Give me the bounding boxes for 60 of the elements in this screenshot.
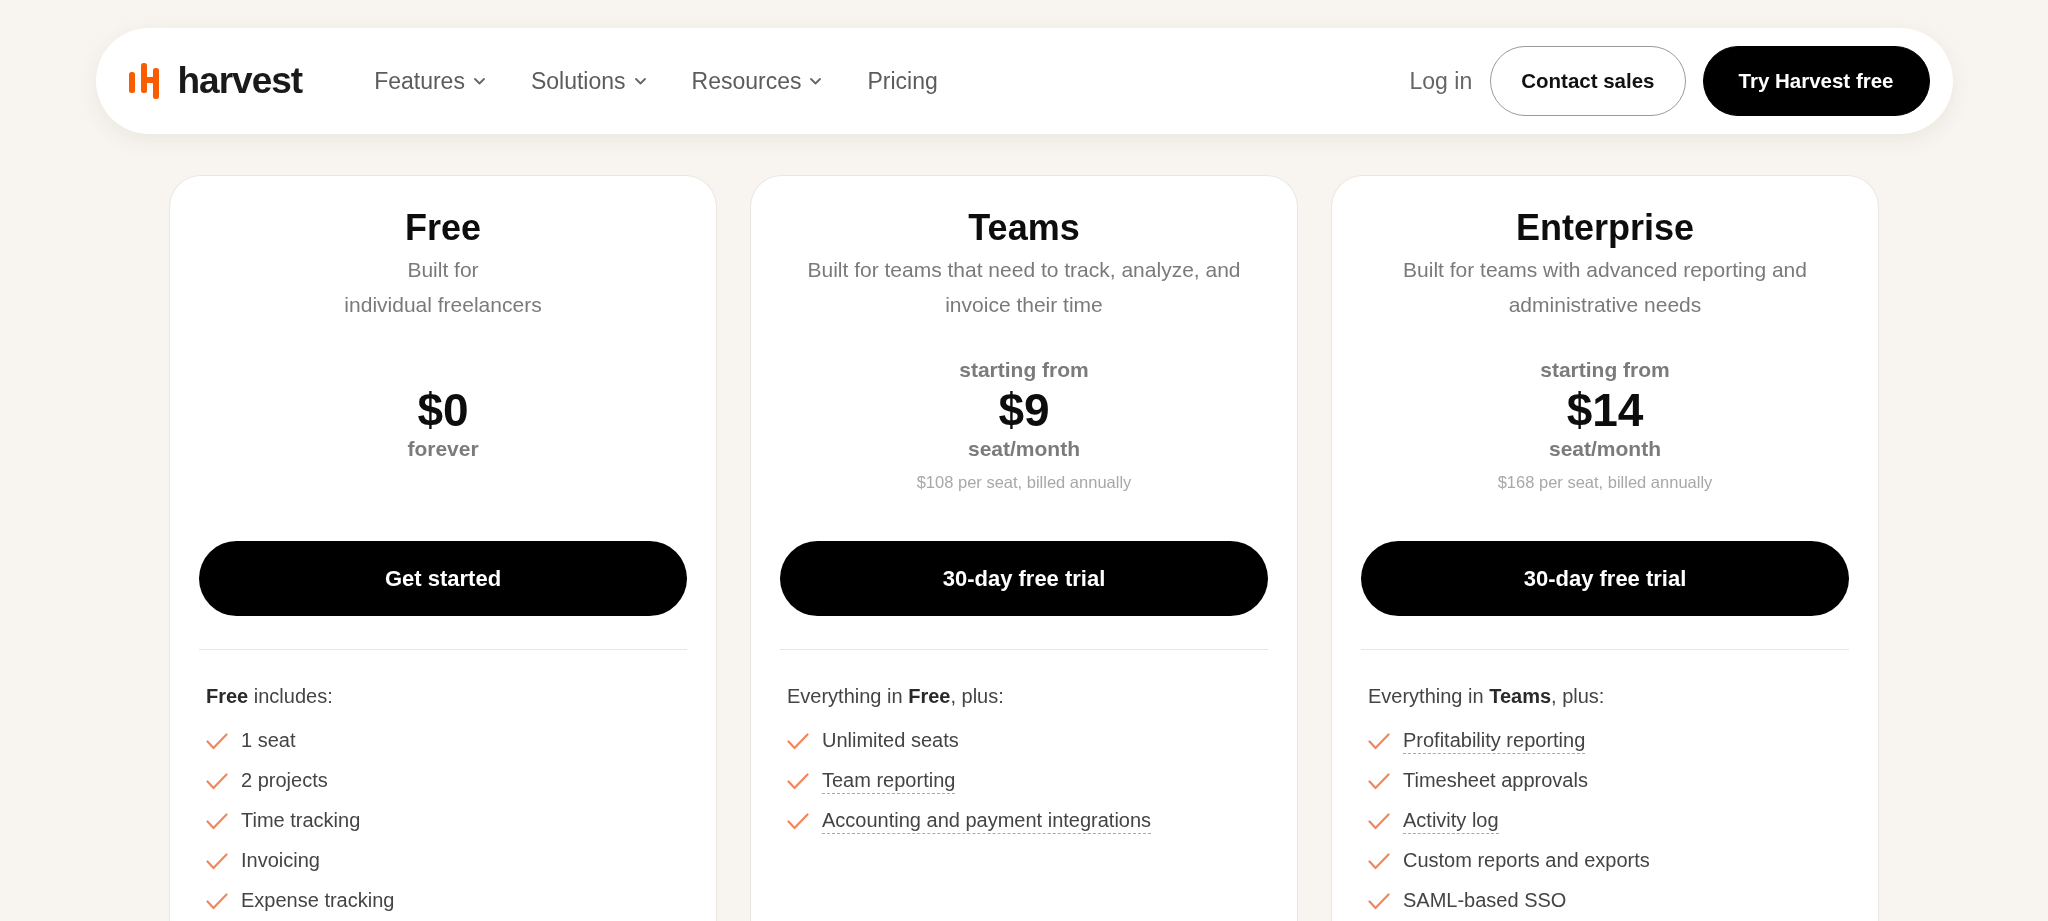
- trial-button[interactable]: Try Harvest free: [1702, 46, 1930, 116]
- price-prefix: starting from: [959, 357, 1089, 383]
- annual-billing-note: $108 per seat, billed annually: [916, 472, 1132, 493]
- nav-link[interactable]: Features: [374, 66, 485, 96]
- check-icon: [206, 892, 228, 910]
- check-icon: [1368, 892, 1390, 910]
- feature-label[interactable]: Accounting and payment integrations: [822, 808, 1152, 834]
- login-link[interactable]: Log in: [1409, 66, 1473, 96]
- plan-cta-button[interactable]: 30-day free trial: [780, 541, 1268, 616]
- plan-cta-button[interactable]: Get started: [199, 541, 687, 616]
- chevron-down-icon: [634, 77, 646, 85]
- logo-wordmark[interactable]: harvest: [177, 59, 303, 103]
- features-heading: Everything in Teams, plus:: [1368, 684, 1606, 709]
- check-icon: [787, 732, 809, 750]
- nav-link[interactable]: Solutions: [530, 66, 646, 96]
- plan-name: Teams: [968, 206, 1080, 250]
- chevron-down-icon: [473, 77, 485, 85]
- plan-description: Built for teams that need to track, analyze, and invoice their time: [807, 257, 1241, 318]
- check-icon: [206, 852, 228, 870]
- feature-label: 2 projects: [241, 768, 328, 793]
- plan-price: $14: [1566, 384, 1644, 436]
- nav-link[interactable]: Pricing: [867, 66, 938, 96]
- logo-icon: [128, 63, 162, 99]
- check-icon: [206, 732, 228, 750]
- plan-price: $0: [417, 384, 469, 436]
- annual-billing-note: $168 per seat, billed annually: [1497, 472, 1713, 493]
- feature-label: Expense tracking: [241, 888, 395, 913]
- check-icon: [206, 812, 228, 830]
- check-icon: [1368, 772, 1390, 790]
- feature-label: 1 seat: [241, 728, 296, 753]
- plan-cta-button[interactable]: 30-day free trial: [1361, 541, 1849, 616]
- chevron-down-icon: [810, 77, 822, 85]
- feature-label[interactable]: Activity log: [1403, 808, 1499, 834]
- plan-price: $9: [998, 384, 1050, 436]
- check-icon: [1368, 852, 1390, 870]
- check-icon: [1368, 812, 1390, 830]
- plan-description: Built for teams with advanced reporting and administrative needs: [1403, 257, 1807, 318]
- price-unit: seat/month: [1549, 436, 1661, 462]
- features-heading: Everything in Free, plus:: [787, 684, 1005, 709]
- feature-label: Unlimited seats: [822, 728, 959, 753]
- nav-link[interactable]: Resources: [691, 66, 822, 96]
- check-icon: [1368, 732, 1390, 750]
- price-unit: seat/month: [968, 436, 1080, 462]
- feature-label[interactable]: Profitability reporting: [1403, 728, 1586, 754]
- check-icon: [206, 772, 228, 790]
- plan-description: Built for individual freelancers: [344, 257, 542, 318]
- price-prefix: starting from: [1540, 357, 1670, 383]
- contact-sales-button[interactable]: Contact sales: [1490, 46, 1686, 116]
- plan-name: Free: [404, 206, 481, 250]
- price-unit: forever: [407, 436, 479, 462]
- feature-label: Invoicing: [241, 848, 320, 873]
- feature-label: SAML-based SSO: [1403, 888, 1567, 913]
- check-icon: [787, 812, 809, 830]
- feature-label[interactable]: Team reporting: [822, 768, 956, 794]
- check-icon: [787, 772, 809, 790]
- plan-name: Enterprise: [1515, 206, 1695, 250]
- feature-label: Time tracking: [241, 808, 361, 833]
- features-heading: Free includes:: [206, 684, 334, 709]
- feature-label: Timesheet approvals: [1403, 768, 1588, 793]
- feature-label: Custom reports and exports: [1403, 848, 1650, 873]
